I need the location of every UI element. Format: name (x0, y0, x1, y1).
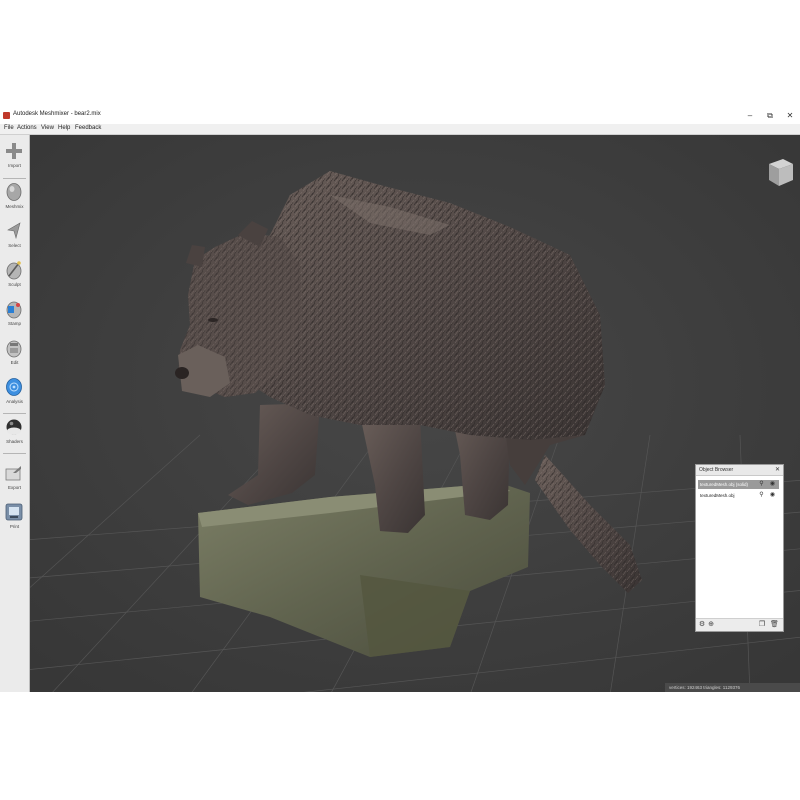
object-item-label: texturedMesh.obj (700, 493, 735, 498)
3d-viewport[interactable]: Object Browser ✕ texturedMesh.obj (solid… (30, 135, 800, 692)
stamp-tool[interactable]: Stamp (2, 299, 27, 333)
visibility-eye-icon[interactable]: ◉ (769, 492, 776, 499)
edit-tool[interactable]: Edit (2, 338, 27, 372)
sculpt-tool[interactable]: Sculpt (2, 260, 27, 294)
meshmix-label: Meshmix (5, 204, 24, 209)
restore-button[interactable]: ⧉ (762, 109, 778, 123)
view-cube-icon (769, 159, 793, 186)
object-browser-title: Object Browser (699, 467, 734, 473)
sculpt-brush-icon (6, 261, 22, 280)
toolbar-divider (3, 413, 26, 414)
print-icon (5, 503, 23, 521)
scene-canvas (30, 135, 800, 692)
stamp-icon (6, 301, 22, 319)
lock-icon[interactable]: ⚲ (758, 481, 765, 488)
menu-file[interactable]: File (4, 125, 14, 131)
print-tool[interactable]: Print (2, 502, 27, 536)
meshmix-icon (6, 183, 22, 201)
title-bar: Autodesk Meshmixer - bear2.mix – ⧉ ✕ (0, 108, 800, 124)
menu-feedback[interactable]: Feedback (75, 125, 101, 131)
menu-actions[interactable]: Actions (17, 125, 37, 131)
copy-icon[interactable]: ❐ (758, 621, 766, 629)
print-label: Print (9, 524, 20, 529)
menu-bar: File Actions View Help Feedback (0, 124, 800, 135)
shaders-icon (6, 419, 22, 435)
toolbar-divider (3, 453, 26, 454)
status-bar: vertices: 192463 triangles: 1129376 (665, 683, 800, 692)
plus-icon (6, 143, 22, 159)
import-tool[interactable]: Import (2, 141, 27, 175)
select-label: Select (8, 243, 21, 248)
tool-sidebar: Import Meshmix Select Sculpt Stamp Edit … (0, 135, 30, 692)
object-browser-panel: Object Browser ✕ texturedMesh.obj (solid… (695, 464, 784, 632)
visibility-eye-icon[interactable]: ◉ (769, 481, 776, 488)
stamp-label: Stamp (7, 321, 21, 326)
menu-view[interactable]: View (41, 125, 54, 131)
meshmixer-window: Autodesk Meshmixer - bear2.mix – ⧉ ✕ Fil… (0, 108, 800, 692)
object-list-item-solid[interactable]: texturedMesh.obj (solid) ⚲ ◉ (698, 480, 779, 489)
mesh-stats: vertices: 192463 triangles: 1129376 (669, 685, 740, 690)
export-icon (5, 466, 21, 481)
menu-help[interactable]: Help (58, 125, 70, 131)
object-item-label: texturedMesh.obj (solid) (700, 482, 749, 487)
select-tool[interactable]: Select (2, 221, 27, 255)
duplicate-icon[interactable]: ⊕ (707, 621, 715, 629)
export-tool[interactable]: Export (2, 463, 27, 497)
select-arrow-icon (7, 222, 21, 240)
close-button[interactable]: ✕ (782, 109, 798, 123)
analysis-icon (6, 378, 22, 396)
minimize-button[interactable]: – (742, 109, 758, 123)
object-browser-footer: ⚙ ⊕ ❐ 🗑 (696, 618, 783, 631)
window-title: Autodesk Meshmixer - bear2.mix (13, 111, 101, 117)
lock-icon[interactable]: ⚲ (758, 492, 765, 499)
view-cube[interactable] (763, 155, 797, 189)
meshmix-tool[interactable]: Meshmix (2, 182, 27, 216)
shaders-tool[interactable]: Shaders (2, 417, 27, 451)
analysis-label: Analysis (6, 399, 23, 404)
shaders-label: Shaders (6, 439, 23, 444)
edit-label: Edit (10, 360, 19, 365)
app-icon (3, 112, 10, 119)
import-label: Import (8, 163, 21, 168)
sculpt-label: Sculpt (8, 282, 21, 287)
trash-icon[interactable]: 🗑 (770, 621, 779, 629)
toolbar-divider (3, 178, 26, 179)
object-browser-close-button[interactable]: ✕ (775, 466, 780, 473)
export-label: Export (7, 485, 21, 490)
object-browser-header: Object Browser ✕ (696, 465, 783, 476)
object-list-item[interactable]: texturedMesh.obj ⚲ ◉ (698, 491, 779, 500)
settings-icon[interactable]: ⚙ (698, 621, 706, 629)
analysis-tool[interactable]: Analysis (2, 377, 27, 411)
edit-icon (6, 340, 22, 358)
